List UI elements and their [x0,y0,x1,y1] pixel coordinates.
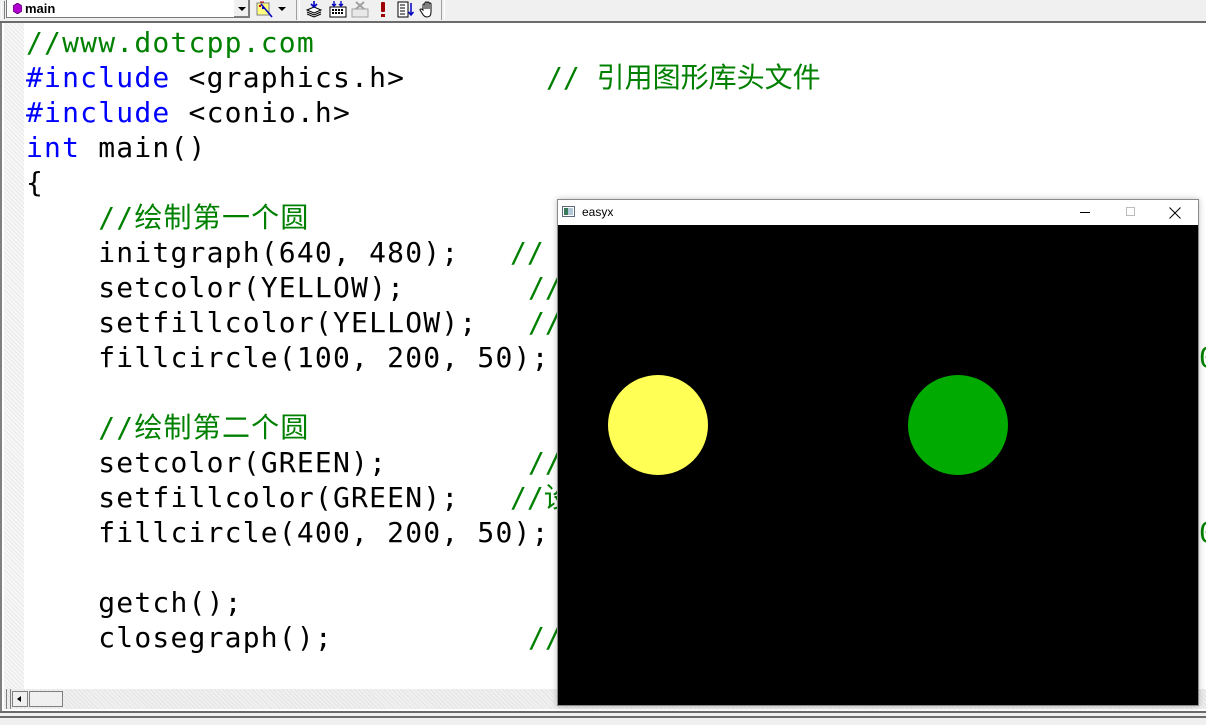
code-line-10: fillcircle(100, 200, 50); [26,340,550,375]
stop-build-icon [351,1,369,18]
scrollbar-split-box[interactable] [6,689,11,709]
include-header: <graphics.h> [170,61,406,94]
code-line-3: #include <conio.h> [26,95,550,130]
comment-initgraph: // [510,236,561,269]
code-line-18: closegraph(); [26,620,550,655]
code-line-15: fillcircle(400, 200, 50); [26,515,550,550]
minimize-button[interactable] [1062,200,1108,225]
code-line-6: //绘制第一个圆 [26,200,550,235]
statement: fillcircle(400, 200, 50); [26,516,550,549]
build-button[interactable] [329,1,347,18]
graphics-canvas[interactable] [558,225,1198,705]
statement: getch(); [26,586,243,619]
code-line-17: getch(); [26,585,550,620]
preprocessor-include: #include [26,96,171,129]
code-line-8: setcolor(YELLOW); [26,270,550,305]
code-line-5: { [26,165,550,200]
editor-gutter[interactable] [4,23,24,689]
build-icon [329,1,347,18]
keyword-int: int [26,131,81,164]
toolbar-grip[interactable] [1,1,5,19]
include-header: <conio.h> [170,96,352,129]
code-line-4: int main() [26,130,550,165]
compile-button[interactable] [305,1,323,18]
close-icon [1169,207,1181,219]
function-diamond-icon [13,3,22,14]
easyx-window-title: easyx [582,205,614,219]
code-text[interactable]: //www.dotcpp.com #include <graphics.h> #in… [26,25,550,655]
code-line-1: //www.dotcpp.com [26,25,550,60]
code-line-14: setfillcolor(GREEN); [26,480,550,515]
easyx-window[interactable]: easyx [557,199,1199,706]
status-bar-divider [0,716,1206,720]
go-icon [397,1,415,18]
function-combo-value: main [25,1,56,16]
green-circle [908,375,1008,475]
statement: initgraph(640, 480); [26,236,460,269]
comment-include-graphics: // 引用图形库头文件 [546,61,821,94]
statement: setcolor(GREEN); [26,446,388,479]
compile-icon [305,1,323,18]
execute-exclamation-icon [381,2,385,17]
comment-url: //www.dotcpp.com [26,26,315,59]
statement: setfillcolor(YELLOW); [26,306,478,339]
toolbar: main [0,0,1206,23]
fragment-2: 0 [1199,516,1206,549]
function-combo-dropdown-button[interactable] [233,0,249,17]
statement: setfillcolor(GREEN); [26,481,460,514]
app-window-icon [562,206,575,217]
comment-first-circle: //绘制第一个圆 [26,201,310,234]
go-button[interactable] [397,1,415,18]
yellow-circle [608,375,708,475]
statement: fillcircle(100, 200, 50); [26,341,550,374]
toolbar-separator [296,0,300,20]
statement: setcolor(YELLOW); [26,271,406,304]
preprocessor-include: #include [26,61,171,94]
graphics-surface [608,375,1008,475]
execute-button[interactable] [374,1,392,18]
close-button[interactable] [1152,200,1198,225]
code-line-13: setcolor(GREEN); [26,445,550,480]
function-signature: main() [80,131,207,164]
wizard-action-dropdown[interactable] [277,1,287,18]
maximize-button[interactable] [1108,200,1154,225]
function-combo[interactable]: main [6,0,250,18]
wizard-action-button[interactable] [256,1,274,18]
stop-build-button[interactable] [351,1,369,18]
open-brace: { [26,166,45,199]
code-line-12: //绘制第二个圆 [26,410,550,445]
wizard-bar-icon [256,1,273,18]
scroll-left-button[interactable] [12,691,28,707]
easyx-titlebar[interactable]: easyx [558,200,1198,225]
fragment-1: 0 [1199,341,1206,374]
code-overflow-fragment: 0 0 [1199,340,1206,550]
code-line-9: setfillcolor(YELLOW); [26,305,550,340]
statement: closegraph(); [26,621,333,654]
scroll-thumb[interactable] [29,691,63,707]
hand-breakpoint-icon [419,1,432,18]
toolbar-separator-end [441,0,445,20]
comment-second-circle: //绘制第二个圆 [26,411,310,444]
code-line-7: initgraph(640, 480); [26,235,550,270]
code-line-2: #include <graphics.h> [26,60,550,95]
insert-breakpoint-button[interactable] [419,1,437,18]
